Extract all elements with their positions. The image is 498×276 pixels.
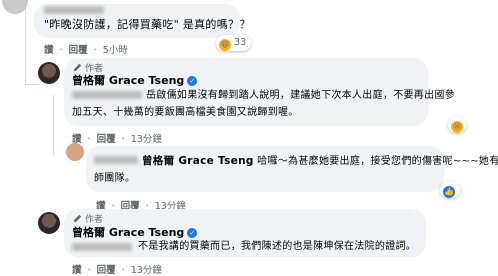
author-avatar[interactable] xyxy=(38,212,60,234)
reaction-summary[interactable]: 👍 xyxy=(440,182,460,198)
thread-connector xyxy=(25,84,39,85)
avatar[interactable] xyxy=(66,143,84,161)
author-avatar[interactable] xyxy=(38,62,60,84)
timestamp[interactable]: 5小時 xyxy=(103,45,128,56)
like-link[interactable]: 讚 xyxy=(72,265,82,276)
pen-icon xyxy=(73,214,82,223)
reaction-summary[interactable]: 😆 33 xyxy=(216,35,252,51)
thread-line-reply xyxy=(53,95,54,155)
redacted-name xyxy=(44,6,104,14)
comment-bubble: 作者 曾格爾 Grace Tseng ✓ 不是我講的買藥而已，我們陳述的也是陳坤保… xyxy=(64,209,426,257)
verified-badge-icon: ✓ xyxy=(187,228,198,238)
comment-text: 加五天、十幾萬的要飯團高檔美食園又說歸到喔。 xyxy=(72,107,299,118)
reaction-summary[interactable]: 😢 xyxy=(448,117,466,133)
mention-link[interactable]: 曾格爾 Grace Tseng xyxy=(142,155,254,167)
comment-text: "昨晚沒防護，記得買藥吃" 是真的嗎？？ xyxy=(44,18,251,31)
timestamp[interactable]: 13分鐘 xyxy=(131,265,162,276)
comment-bubble: 作者 曾格爾 Grace Tseng ✓ 岳啟儒如果沒有歸到踏人說明，建議她下次本… xyxy=(64,58,455,126)
redacted-mention xyxy=(72,243,132,251)
like-link[interactable]: 讚 xyxy=(44,45,54,56)
comment-text: 不是我講的買藥而已，我們陳述的也是陳坤保在法院的證詞。 xyxy=(138,241,417,252)
comment-text: 岳啟儒如果沒有歸到踏人說明，建議她下次本人出庭，不要再出國參 xyxy=(146,90,455,101)
comment-meta: 讚 · 回覆 · 13分鐘 xyxy=(72,134,162,145)
sad-icon: 😢 xyxy=(451,121,463,133)
redacted-mention xyxy=(72,91,142,99)
comment-meta: 讚 · 回覆 · 13分鐘 xyxy=(72,265,162,276)
reply-link[interactable]: 回覆 xyxy=(97,265,116,276)
author-name[interactable]: 曾格爾 Grace Tseng ✓ xyxy=(72,72,198,88)
timestamp[interactable]: 13分鐘 xyxy=(131,134,162,145)
reply-link[interactable]: 回覆 xyxy=(69,45,88,56)
haha-icon: 😆 xyxy=(219,39,231,51)
comment-bubble: 曾格爾 Grace Tseng 哈囉～為甚麼她要出庭，接受您們的傷害呢~~~她有… xyxy=(86,146,498,192)
comment-text: 曾格爾 Grace Tseng 哈囉～為甚麼她要出庭，接受您們的傷害呢~~~她有… xyxy=(142,155,498,167)
reply-link[interactable]: 回覆 xyxy=(97,134,116,145)
thread-line xyxy=(25,0,26,85)
comment-bubble: "昨晚沒防護，記得買藥吃" 是真的嗎？？ xyxy=(34,4,250,38)
like-icon: 👍 xyxy=(443,186,455,198)
verified-badge-icon: ✓ xyxy=(187,76,198,86)
comment-text: 師團隊。 xyxy=(94,173,136,184)
comment-meta: 讚 · 回覆 · 5小時 xyxy=(44,45,128,56)
